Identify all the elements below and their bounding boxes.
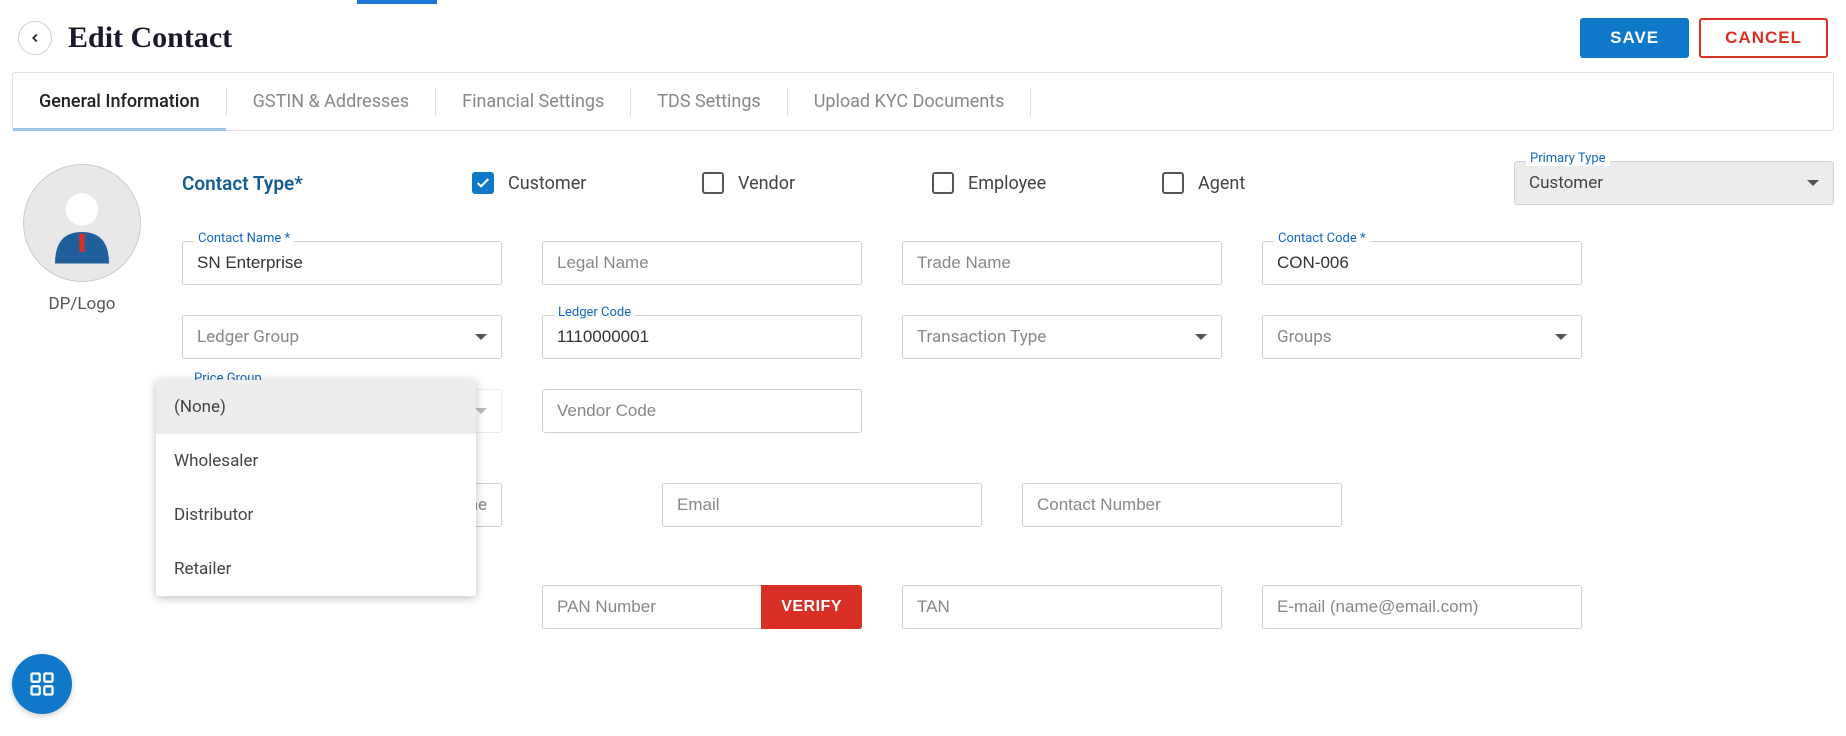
legal-name-field bbox=[542, 241, 862, 285]
email-input[interactable] bbox=[662, 483, 982, 527]
contact-number-field bbox=[1022, 483, 1342, 527]
transaction-type-field: Transaction Type bbox=[902, 315, 1222, 359]
email-field bbox=[662, 483, 982, 527]
checkbox-vendor[interactable]: Vendor bbox=[702, 172, 872, 194]
contact-number-input[interactable] bbox=[1022, 483, 1342, 527]
caret-down-icon bbox=[1195, 334, 1207, 340]
chevron-left-icon bbox=[28, 31, 42, 45]
tan-input[interactable] bbox=[902, 585, 1222, 629]
price-group-dropdown: (None) Wholesaler Distributor Retailer bbox=[156, 380, 476, 596]
tab-general-info[interactable]: General Information bbox=[13, 73, 226, 130]
trade-name-input[interactable] bbox=[902, 241, 1222, 285]
check-icon bbox=[702, 172, 724, 194]
ledger-code-field: Ledger Code bbox=[542, 315, 862, 359]
caret-down-icon bbox=[475, 408, 487, 414]
field-label: Contact Name * bbox=[194, 231, 294, 246]
avatar-column: DP/Logo bbox=[12, 161, 152, 629]
groups-field: Groups bbox=[1262, 315, 1582, 359]
ledger-code-input[interactable] bbox=[542, 315, 862, 359]
tab-financial[interactable]: Financial Settings bbox=[436, 73, 630, 130]
primary-type-field: Primary Type Customer bbox=[1514, 161, 1834, 205]
select-placeholder: Ledger Group bbox=[197, 327, 299, 347]
select-placeholder: Transaction Type bbox=[917, 327, 1046, 347]
dropdown-item-retailer[interactable]: Retailer bbox=[156, 542, 476, 596]
contact-name-field: Contact Name * bbox=[182, 241, 502, 285]
checkbox-label: Customer bbox=[508, 173, 586, 194]
grid-icon bbox=[28, 670, 56, 698]
tan-field bbox=[902, 585, 1222, 629]
primary-type-value: Customer bbox=[1529, 173, 1603, 193]
header-actions: SAVE CANCEL bbox=[1580, 18, 1828, 58]
caret-down-icon bbox=[475, 334, 487, 340]
tab-gstin[interactable]: GSTIN & Addresses bbox=[227, 73, 436, 130]
legal-name-input[interactable] bbox=[542, 241, 862, 285]
checkbox-agent[interactable]: Agent bbox=[1162, 172, 1332, 194]
trade-name-field bbox=[902, 241, 1222, 285]
contact-code-input[interactable] bbox=[1262, 241, 1582, 285]
back-button[interactable] bbox=[18, 21, 52, 55]
page-title: Edit Contact bbox=[68, 21, 232, 55]
vendor-code-input[interactable] bbox=[542, 389, 862, 433]
tab-tds[interactable]: TDS Settings bbox=[631, 73, 786, 130]
checkbox-label: Employee bbox=[968, 173, 1046, 194]
avatar-label: DP/Logo bbox=[49, 294, 116, 314]
dropdown-item-distributor[interactable]: Distributor bbox=[156, 488, 476, 542]
field-label: Ledger Code bbox=[554, 305, 635, 320]
contact-type-row: Contact Type* Customer Vendor Employee A… bbox=[182, 161, 1834, 205]
contact-type-label: Contact Type* bbox=[182, 172, 412, 195]
checkbox-label: Vendor bbox=[738, 173, 795, 194]
email-full-input[interactable] bbox=[1262, 585, 1582, 629]
email-full-field bbox=[1262, 585, 1582, 629]
contact-code-field: Contact Code * bbox=[1262, 241, 1582, 285]
checkbox-label: Agent bbox=[1198, 173, 1245, 194]
pan-field: VERIFY bbox=[542, 585, 862, 629]
vendor-code-field bbox=[542, 389, 862, 433]
caret-down-icon bbox=[1807, 180, 1819, 186]
caret-down-icon bbox=[1555, 334, 1567, 340]
check-icon bbox=[932, 172, 954, 194]
checkbox-customer[interactable]: Customer bbox=[472, 172, 642, 194]
check-icon bbox=[472, 172, 494, 194]
avatar-icon bbox=[37, 178, 127, 268]
top-tab-indicator bbox=[357, 0, 437, 4]
top-accent-bar bbox=[0, 0, 1846, 8]
save-button[interactable]: SAVE bbox=[1580, 18, 1689, 58]
tabs-bar: General Information GSTIN & Addresses Fi… bbox=[12, 72, 1834, 131]
checkbox-employee[interactable]: Employee bbox=[932, 172, 1102, 194]
header-left: Edit Contact bbox=[18, 21, 232, 55]
cancel-button[interactable]: CANCEL bbox=[1699, 18, 1828, 58]
avatar[interactable] bbox=[23, 164, 141, 282]
ledger-group-field: Ledger Group bbox=[182, 315, 502, 359]
fab-apps-button[interactable] bbox=[12, 654, 72, 714]
ledger-group-select[interactable]: Ledger Group bbox=[182, 315, 502, 359]
tab-kyc[interactable]: Upload KYC Documents bbox=[788, 73, 1031, 130]
verify-button[interactable]: VERIFY bbox=[761, 585, 862, 629]
primary-type-select[interactable]: Customer bbox=[1514, 161, 1834, 205]
field-label: Contact Code * bbox=[1274, 231, 1370, 246]
pan-input[interactable] bbox=[542, 585, 761, 629]
dropdown-item-none[interactable]: (None) bbox=[156, 380, 476, 434]
primary-type-label: Primary Type bbox=[1526, 151, 1610, 166]
dropdown-item-wholesaler[interactable]: Wholesaler bbox=[156, 434, 476, 488]
header-row: Edit Contact SAVE CANCEL bbox=[0, 8, 1846, 72]
tab-separator bbox=[1030, 88, 1031, 116]
groups-select[interactable]: Groups bbox=[1262, 315, 1582, 359]
select-placeholder: Groups bbox=[1277, 327, 1332, 347]
transaction-type-select[interactable]: Transaction Type bbox=[902, 315, 1222, 359]
check-icon bbox=[1162, 172, 1184, 194]
contact-name-input[interactable] bbox=[182, 241, 502, 285]
